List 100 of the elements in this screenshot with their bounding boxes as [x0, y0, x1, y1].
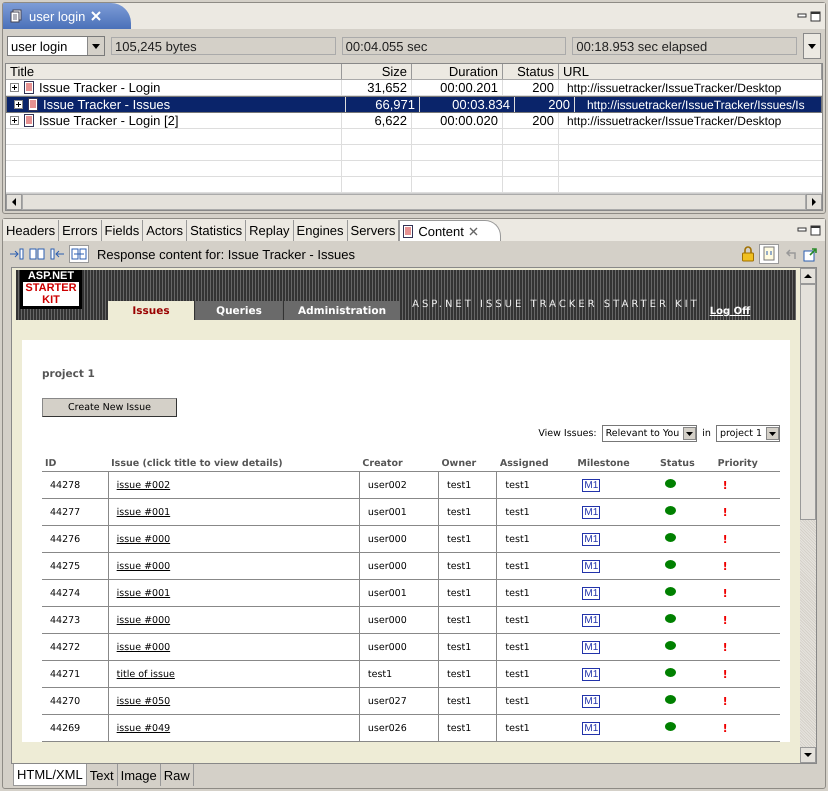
vertical-scrollbar[interactable]: [800, 268, 816, 763]
view-tab[interactable]: Fields: [102, 220, 144, 241]
issue-link[interactable]: issue #001: [116, 506, 170, 518]
duration-cell: 00:03.834: [424, 97, 515, 112]
nav-tab[interactable]: Administration: [284, 301, 400, 320]
view-tab[interactable]: Replay: [246, 220, 294, 241]
assigned-cell: test1: [496, 606, 574, 634]
creator-cell: user000: [359, 606, 438, 634]
maximize-icon[interactable]: [810, 224, 821, 236]
log-off-link[interactable]: Log Off: [710, 306, 750, 317]
column-header[interactable]: URL: [559, 64, 822, 79]
maximize-icon[interactable]: [810, 10, 821, 22]
id-cell: 44273: [42, 606, 108, 634]
url-cell-text: http://issuetracker/IssueTracker/Desktop: [566, 113, 782, 128]
request-row[interactable]: Issue Tracker - Issues 66,971 00:03.834 200 http://issuetracker/IssueTracker/Issues/Is: [6, 96, 822, 113]
id-cell: 44270: [42, 688, 108, 714]
filter-dropdown[interactable]: Relevant to You: [602, 425, 698, 442]
column-header: Milestone: [574, 456, 657, 472]
editor-tab[interactable]: user login: [3, 3, 132, 29]
format-tab[interactable]: Image: [118, 764, 161, 786]
view-tab[interactable]: Content: [399, 220, 501, 241]
priority-mark: !: [722, 640, 728, 654]
column-header[interactable]: Size: [342, 64, 412, 79]
issue-link[interactable]: issue #049: [116, 722, 170, 734]
issue-link[interactable]: issue #002: [116, 480, 170, 490]
format-tab[interactable]: HTML/XML: [13, 764, 87, 786]
scroll-right-icon[interactable]: [806, 194, 822, 210]
view-menu-button[interactable]: [803, 33, 822, 59]
align-left-icon[interactable]: [49, 247, 65, 261]
dropdown-arrow-icon: [686, 432, 694, 436]
export-icon[interactable]: [803, 246, 819, 262]
view-tab[interactable]: Engines: [294, 220, 348, 241]
columns-icon[interactable]: [29, 247, 45, 261]
expand-icon[interactable]: [10, 83, 19, 92]
owner-cell: test1: [438, 660, 497, 688]
owner-cell: test1: [438, 552, 497, 580]
nav-tab[interactable]: Issues: [108, 301, 194, 320]
milestone-badge: M1: [582, 640, 600, 654]
dropdown-arrow-icon: [92, 44, 100, 48]
format-tab[interactable]: Raw: [160, 764, 194, 786]
milestone-badge: M1: [582, 722, 600, 734]
request-title: Issue Tracker - Login: [39, 80, 160, 95]
view-tab[interactable]: Statistics: [187, 220, 246, 241]
milestone-badge: M1: [582, 560, 600, 572]
size-cell: 66,971: [350, 97, 420, 112]
request-row[interactable]: Issue Tracker - Login [2] 6,622 00:00.020 200 http://issuetracker/IssueTracker/Desktop: [6, 113, 822, 129]
column-header[interactable]: Title: [6, 64, 342, 79]
nav-tab[interactable]: Queries: [196, 301, 282, 320]
session-dropdown[interactable]: user login: [7, 36, 105, 56]
page-icon: [403, 224, 414, 238]
project-dropdown[interactable]: project 1: [716, 425, 780, 442]
assigned-cell: test1: [496, 472, 574, 498]
creator-cell: test1: [359, 660, 438, 688]
priority-mark: !: [722, 478, 728, 492]
document-icon[interactable]: [759, 244, 779, 264]
assigned-cell: test1: [496, 714, 574, 742]
tab-title: user login: [29, 8, 86, 24]
scroll-down-icon[interactable]: [800, 747, 816, 763]
owner-cell: test1: [438, 606, 497, 634]
priority-mark: !: [722, 694, 728, 708]
creator-cell: user026: [359, 714, 438, 742]
owner-cell: test1: [438, 634, 497, 660]
view-tab[interactable]: Errors: [59, 220, 102, 241]
scroll-thumb[interactable]: [800, 284, 816, 520]
issue-link[interactable]: issue #050: [116, 696, 170, 706]
view-tab[interactable]: Headers: [3, 220, 60, 241]
column-header[interactable]: Status: [503, 64, 559, 79]
scroll-left-icon[interactable]: [6, 194, 22, 210]
issue-link[interactable]: issue #000: [116, 560, 170, 572]
column-header: Creator: [359, 456, 438, 472]
creator-cell: user002: [359, 472, 438, 498]
priority-mark: !: [722, 614, 728, 626]
format-tab[interactable]: Text: [86, 764, 118, 786]
duration-cell: 00:00.020: [412, 113, 503, 128]
view-tab[interactable]: Actors: [143, 220, 188, 241]
assigned-cell: test1: [496, 552, 574, 580]
split-horizontal-icon[interactable]: [69, 245, 89, 263]
duration-cell: 00:00.201: [412, 80, 503, 95]
create-issue-button[interactable]: Create New Issue: [42, 398, 177, 417]
lock-icon[interactable]: [741, 246, 755, 262]
assigned-cell: test1: [496, 498, 574, 526]
summary-field: 105,245 bytes: [111, 37, 336, 55]
expand-icon[interactable]: [10, 116, 19, 125]
issue-link[interactable]: title of issue: [116, 668, 175, 680]
owner-cell: test1: [438, 688, 497, 714]
align-right-icon[interactable]: [9, 247, 25, 261]
close-icon[interactable]: [468, 226, 478, 236]
milestone-badge: M1: [582, 668, 600, 680]
milestone-badge: M1: [582, 532, 600, 546]
issue-link[interactable]: issue #001: [116, 588, 170, 598]
request-title: Issue Tracker - Login [2]: [39, 113, 178, 128]
status-cell: 200: [519, 97, 575, 112]
scroll-up-icon[interactable]: [800, 268, 816, 284]
assigned-cell: test1: [496, 634, 574, 660]
expand-icon[interactable]: [14, 100, 23, 109]
issue-link[interactable]: issue #000: [116, 642, 170, 652]
column-header[interactable]: Duration: [412, 64, 503, 79]
issue-link[interactable]: issue #000: [116, 614, 170, 626]
issue-link[interactable]: issue #000: [116, 534, 170, 544]
priority-mark: !: [722, 722, 728, 734]
